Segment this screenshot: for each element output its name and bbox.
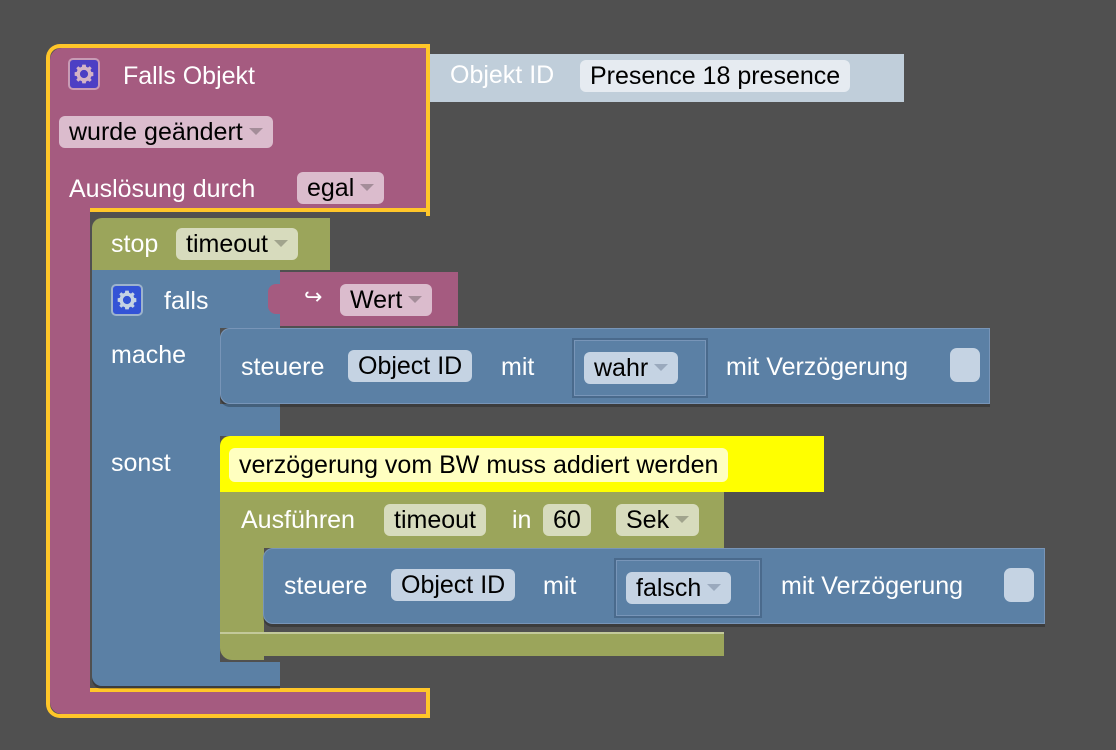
control-1-delay-checkbox[interactable] [950, 348, 980, 382]
control-2-label: steuere [284, 572, 368, 600]
stop-label: stop [111, 230, 159, 258]
timeout-unit-dropdown[interactable]: Sek [616, 504, 700, 536]
control-1-object-field[interactable]: Object ID [348, 350, 473, 382]
timeout-value-field[interactable]: 60 [543, 504, 591, 536]
trigger-by-label: Auslösung durch [69, 175, 256, 203]
timeout-block-footer [220, 632, 724, 656]
trigger-dropdown[interactable]: wurde geändert [59, 116, 273, 148]
object-id-label: Objekt ID [450, 61, 555, 89]
control-2-object-field[interactable]: Object ID [391, 569, 516, 601]
event-block-footer [80, 692, 426, 714]
return-arrow-icon: ↪ [304, 284, 323, 309]
gear-icon[interactable] [68, 58, 100, 90]
else-label: sonst [111, 449, 171, 477]
value-block-connector [268, 284, 284, 314]
timeout-label: Ausführen [241, 506, 355, 534]
control-1-value-dropdown[interactable]: wahr [584, 352, 679, 384]
if-label: falls [164, 287, 209, 315]
if-block[interactable] [92, 270, 220, 686]
if-block-footer [92, 662, 280, 686]
control-1-delay-label: mit Verzögerung [726, 353, 909, 381]
trigger-by-dropdown[interactable]: egal [297, 172, 385, 204]
object-id-value[interactable]: Presence 18 presence [580, 60, 851, 92]
event-block-inner-outline [86, 208, 430, 216]
event-block-spine [50, 200, 90, 714]
control-1-label: steuere [241, 353, 325, 381]
stop-timeout-dropdown[interactable]: timeout [176, 228, 298, 260]
value-dropdown[interactable]: Wert [340, 284, 433, 316]
control-2-delay-label: mit Verzögerung [781, 572, 964, 600]
event-block-title: Falls Objekt [123, 62, 255, 90]
control-1-with-label: mit [501, 353, 535, 381]
timeout-name-field[interactable]: timeout [384, 504, 486, 536]
if-block-middle [92, 404, 280, 436]
gear-icon[interactable] [111, 284, 143, 316]
timeout-in-label: in [512, 506, 532, 534]
comment-text[interactable]: verzögerung vom BW muss addiert werden [229, 448, 729, 482]
control-2-delay-checkbox[interactable] [1004, 568, 1034, 602]
do-label: mache [111, 341, 187, 369]
control-2-with-label: mit [543, 572, 577, 600]
control-2-value-dropdown[interactable]: falsch [626, 572, 732, 604]
